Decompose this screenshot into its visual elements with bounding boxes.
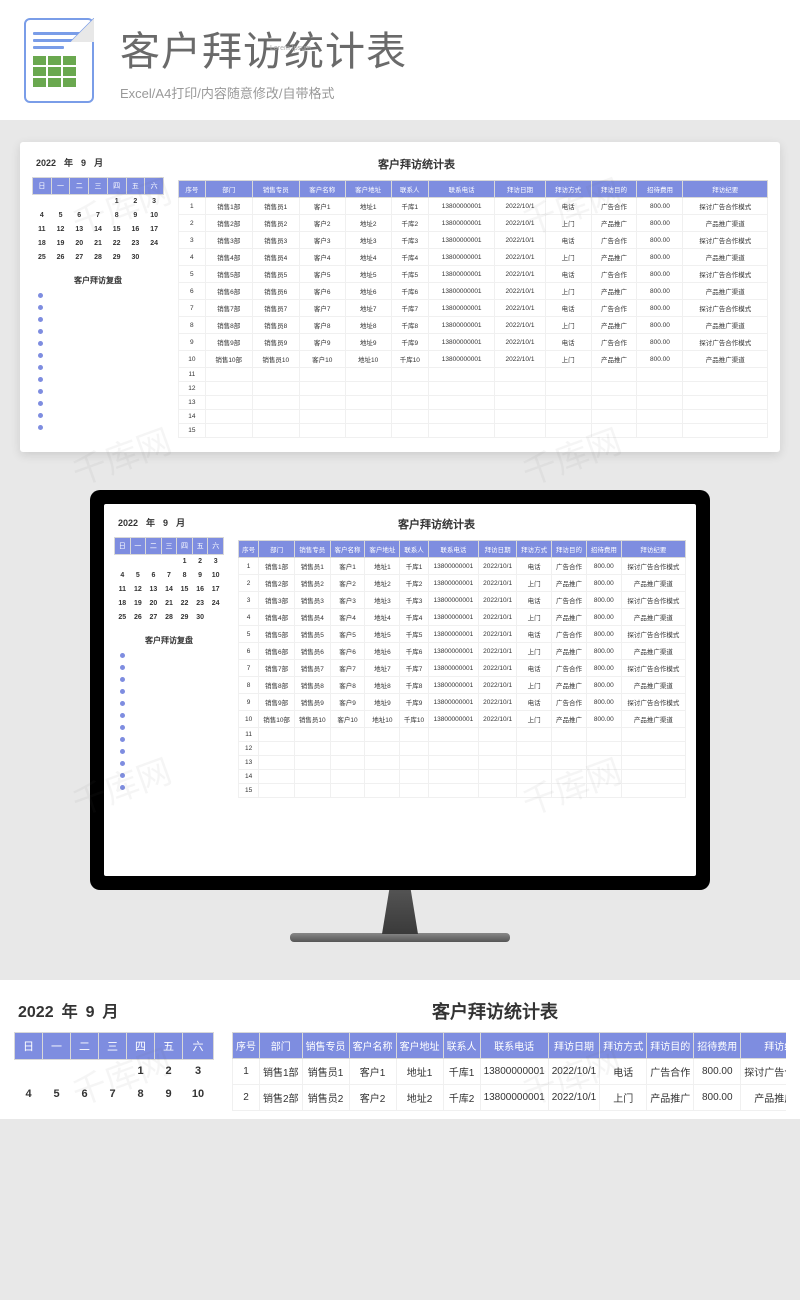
bullet-icon [120,677,125,682]
bullet-icon [38,317,43,322]
date-display: 2022年9月 [14,998,214,1022]
date-display: 2022年9月 [32,156,164,169]
sheet-title: 客户拜访统计表 [378,156,768,172]
bullet-icon [120,725,125,730]
bullet-icon [38,413,43,418]
bullet-icon [38,377,43,382]
bullet-icon [120,749,125,754]
page-corner-icon [70,18,94,42]
bullet-icon [38,425,43,430]
date-display: 2022年9月 [114,516,224,529]
bullet-icon [120,737,125,742]
bullet-icon [38,305,43,310]
zoom-strip: 2022年9月 客户拜访统计表 日一二三四五六12345678910 序号部门销… [0,980,800,1119]
page-title: 客户拜访统计表 [120,19,770,77]
calendar: 日一二三四五六123456789101112131415161718192021… [32,177,164,265]
page-subtitle: Excel/A4打印/内容随意修改/自带格式 [120,83,770,102]
bullet-icon [120,713,125,718]
banner: 客户拜访统计表 Lorem Ipsum Excel/A4打印/内容随意修改/自带… [0,0,800,120]
bullet-icon [38,341,43,346]
calendar: 日一二三四五六12345678910 [14,1032,214,1106]
bullet-icon [120,773,125,778]
review-title: 客户拜访复盘 [114,635,224,646]
review-title: 客户拜访复盘 [32,275,164,286]
sheet-title: 客户拜访统计表 [432,998,786,1024]
monitor-base-icon [290,933,510,942]
visits-table: 序号部门销售专员客户名称客户地址联系人联系电话拜访日期拜访方式拜访目的招待费用拜… [178,180,768,438]
bullet-icon [120,785,125,790]
visits-table: 序号部门销售专员客户名称客户地址联系人联系电话拜访日期拜访方式拜访目的招待费用拜… [232,1032,786,1111]
sheet-preview-card: 2022年9月 日一二三四五六1234567891011121314151617… [20,142,780,452]
calendar: 日一二三四五六123456789101112131415161718192021… [114,537,224,625]
visits-table: 序号部门销售专员客户名称客户地址联系人联系电话拜访日期拜访方式拜访目的招待费用拜… [238,540,686,798]
monitor-mockup: 2022年9月 日一二三四五六1234567891011121314151617… [0,490,800,942]
excel-file-icon [24,18,94,103]
bullet-icon [38,353,43,358]
lorem-caption: Lorem Ipsum [270,45,311,52]
bullet-icon [38,401,43,406]
bullet-icon [120,701,125,706]
bullet-icon [120,761,125,766]
bullet-icon [38,389,43,394]
bullet-icon [38,293,43,298]
bullet-icon [38,365,43,370]
bullet-icon [120,653,125,658]
bullet-icon [120,689,125,694]
monitor-stand-icon [355,890,445,934]
sheet-title: 客户拜访统计表 [398,516,686,532]
bullet-icon [120,665,125,670]
bullet-icon [38,329,43,334]
